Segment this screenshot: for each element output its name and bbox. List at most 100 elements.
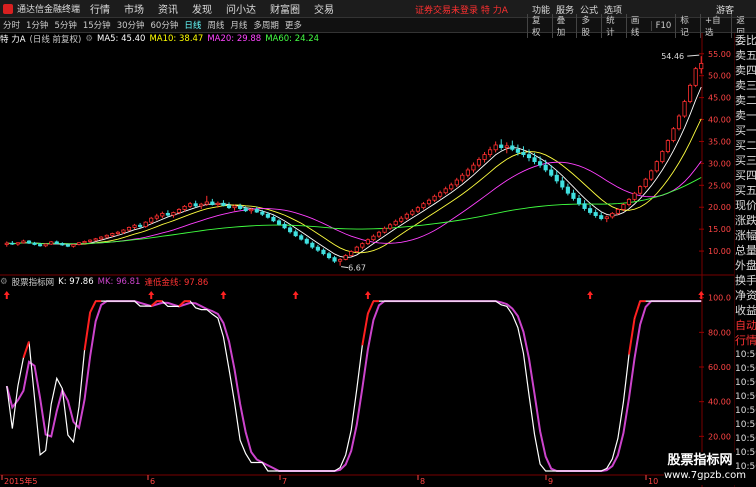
candle-body: [699, 63, 704, 70]
candle-body: [76, 242, 82, 245]
candle-body: [326, 253, 332, 259]
ma20-label: MA20: 29.88: [207, 34, 262, 44]
candle-body: [432, 195, 437, 201]
date-label: 9: [548, 477, 553, 486]
candle-body: [438, 192, 443, 197]
candle-body: [332, 257, 337, 262]
date-label: 10: [648, 477, 658, 486]
menu-item-market[interactable]: 市场: [124, 1, 144, 16]
candle-body: [10, 242, 15, 245]
buy-arrow-icon: [292, 291, 299, 299]
price-tick-label: 40.00: [708, 116, 731, 125]
quote-mode-label: 自动: [735, 319, 756, 332]
candle-body: [199, 203, 204, 207]
period-60min[interactable]: 60分钟: [151, 19, 179, 31]
candle-body: [454, 179, 459, 186]
candle-body: [132, 224, 137, 228]
high-price-annotation: 54.46: [661, 52, 684, 61]
candle-body: [265, 213, 270, 218]
candle-body: [510, 145, 515, 150]
candle-body: [99, 236, 104, 240]
candle-body: [4, 242, 9, 245]
buy-arrow-icon: [587, 291, 594, 299]
buy-arrow-icon: [364, 291, 371, 299]
quote-label: 现价: [735, 199, 756, 212]
settings-gear-icon[interactable]: ⚙: [85, 34, 93, 44]
ma5-line: [6, 86, 702, 258]
candle-body: [26, 240, 32, 244]
candle-body: [343, 255, 348, 260]
candle-body: [21, 240, 26, 244]
quote-label: 买二: [735, 139, 756, 152]
tick-time: 10:50: [735, 364, 756, 374]
signal-segment: [628, 318, 636, 355]
f10-button[interactable]: F10: [650, 20, 676, 31]
period-timeshare[interactable]: 分时: [3, 19, 20, 31]
stock-title: 特 力A: [0, 35, 26, 45]
candle-body: [126, 226, 132, 231]
signal-segment: [22, 341, 30, 359]
candle-body: [160, 212, 165, 217]
tick-time: 10:50: [735, 350, 756, 360]
candle-body: [88, 239, 93, 242]
candle-body: [688, 84, 693, 102]
candle-body: [693, 68, 698, 86]
tick-time: 10:50: [735, 434, 756, 444]
candle-body: [638, 186, 643, 194]
candle-body: [521, 152, 526, 156]
period-1min[interactable]: 1分钟: [26, 19, 48, 31]
quote-label: 卖四: [735, 64, 756, 77]
period-more[interactable]: 更多: [285, 19, 302, 31]
date-label: 6: [150, 477, 155, 486]
login-notice[interactable]: 证券交易未登录 特 力A: [415, 3, 508, 16]
candle-body: [304, 238, 309, 244]
menu-item-wealth[interactable]: 财富圈: [270, 1, 300, 16]
candle-body: [310, 242, 315, 248]
candle-body: [360, 243, 365, 248]
candle-body: [571, 192, 576, 199]
candle-body: [149, 217, 154, 223]
candle-body: [449, 184, 454, 190]
indicator-tick-label: 20.00: [708, 432, 731, 441]
indicator-name: 股票指标网: [11, 278, 55, 288]
candle-body: [243, 208, 248, 212]
period-5min[interactable]: 5分钟: [54, 19, 76, 31]
menu-item-quotes[interactable]: 行情: [90, 1, 110, 16]
period-multi[interactable]: 多周期: [253, 19, 279, 31]
period-weekly[interactable]: 周线: [207, 19, 224, 31]
candle-body: [526, 154, 532, 159]
indicator-signal: 逢低金线: 97.86: [144, 278, 209, 288]
candle-body: [371, 235, 376, 241]
menu-item-trade[interactable]: 交易: [314, 1, 334, 16]
candle-body: [315, 246, 320, 251]
candle-body: [560, 180, 565, 188]
quote-label: 外盘: [735, 259, 756, 272]
candle-body: [504, 145, 509, 148]
candle-body: [282, 223, 287, 229]
quote-label: 卖二: [735, 94, 756, 107]
candle-body: [238, 205, 243, 209]
period-30min[interactable]: 30分钟: [117, 19, 145, 31]
candle-body: [15, 242, 20, 245]
candle-body: [404, 213, 409, 219]
candle-body: [54, 241, 59, 245]
period-daily[interactable]: 日线: [184, 19, 201, 31]
low-price-annotation: 6.67: [348, 264, 366, 273]
menu-item-ask[interactable]: 问小达: [226, 1, 256, 16]
candle-body: [299, 235, 304, 240]
price-tick-label: 35.00: [708, 137, 731, 146]
menu-item-news[interactable]: 资讯: [158, 1, 178, 16]
indicator-gear-icon[interactable]: ⚙: [0, 277, 8, 287]
candle-body: [65, 244, 70, 247]
menu-item-discover[interactable]: 发现: [192, 1, 212, 16]
candle-body: [221, 202, 226, 206]
period-15min[interactable]: 15分钟: [83, 19, 111, 31]
candle-body: [110, 233, 115, 236]
buy-arrow-icon: [220, 291, 227, 299]
kline-chart[interactable]: 55.00 50.00 45.00 40.00 35.00 30.00 25.00 20.00…: [0, 33, 734, 487]
candle-body: [399, 217, 404, 222]
period-monthly[interactable]: 月线: [230, 19, 247, 31]
quote-label: 涨幅: [735, 229, 756, 242]
candle-body: [532, 157, 537, 163]
watermark-title: 股票指标网: [667, 453, 733, 468]
